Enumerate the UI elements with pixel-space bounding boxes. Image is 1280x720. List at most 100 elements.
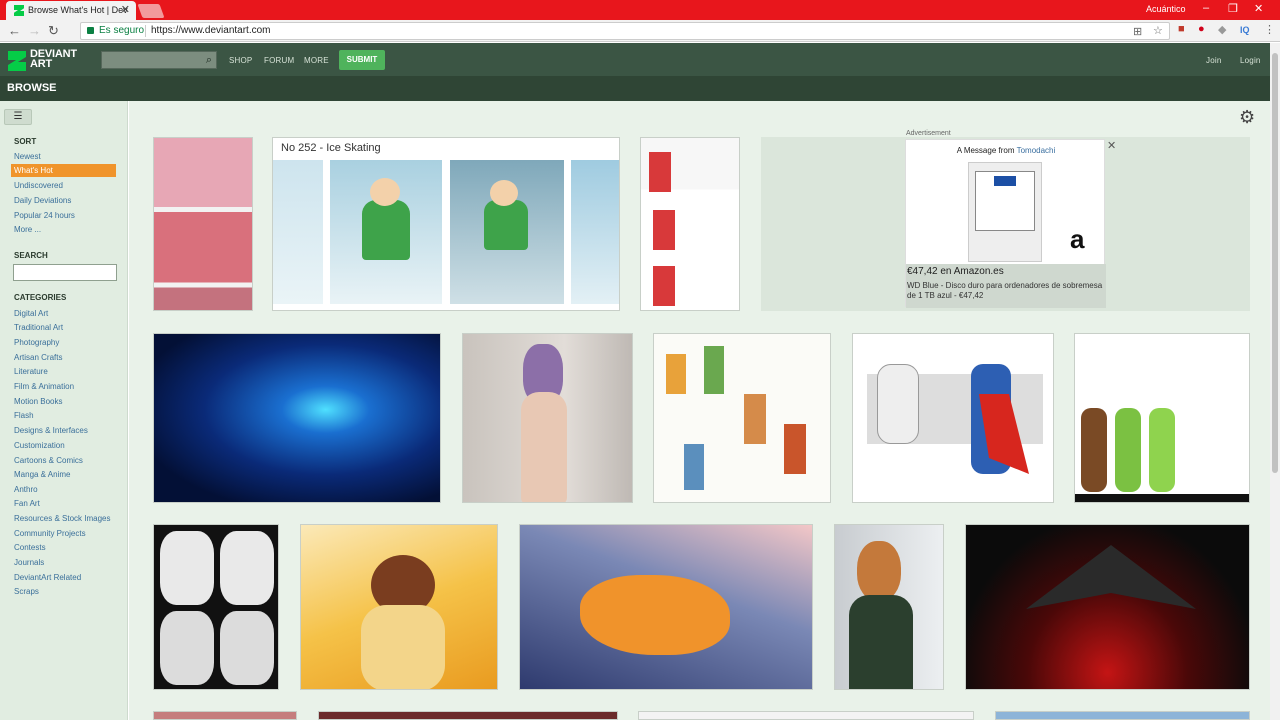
sort-item-whats-hot[interactable]: What's Hot	[11, 164, 116, 177]
record-icon[interactable]: ●	[1198, 23, 1205, 35]
category-item[interactable]: Photography	[14, 338, 59, 347]
category-item[interactable]: Flash	[14, 411, 34, 420]
thumbnail-blue-glow[interactable]	[153, 333, 441, 503]
strip-panel	[450, 160, 564, 304]
strip-panel	[571, 160, 619, 304]
thumbnail-cosplay-photo[interactable]	[834, 524, 944, 690]
bookmark-star-icon[interactable]: ☆	[1153, 23, 1163, 39]
gear-icon[interactable]: ⚙	[1239, 107, 1255, 128]
new-tab-button[interactable]	[137, 4, 165, 18]
close-ad-icon[interactable]: ✕	[1107, 139, 1116, 152]
category-item[interactable]: Literature	[14, 367, 48, 376]
sort-item-newest[interactable]: Newest	[14, 152, 41, 161]
sort-item-more[interactable]: More ...	[14, 225, 41, 234]
categories-heading: CATEGORIES	[14, 293, 67, 302]
search-icon[interactable]: ⌕	[206, 54, 212, 67]
amazon-logo: a	[1070, 224, 1085, 254]
thumbnail-partial[interactable]	[318, 711, 618, 720]
thumbnail-anime-painting[interactable]	[300, 524, 498, 690]
deviantart-logo-icon	[8, 51, 26, 71]
ad-price[interactable]: €47,42 en Amazon.es	[906, 264, 1106, 279]
extension-icon[interactable]: ◆	[1218, 23, 1226, 36]
page-title: BROWSE	[7, 82, 57, 94]
minimize-icon[interactable]: –	[1203, 2, 1209, 14]
thumbnail-comic-papyrus[interactable]	[640, 137, 740, 311]
sidebar: ☰ SORT Newest What's Hot Undiscovered Da…	[0, 101, 128, 720]
strip-panel	[273, 160, 323, 304]
category-item[interactable]: Scraps	[14, 587, 39, 596]
join-link[interactable]: Join	[1206, 56, 1221, 65]
ad-description[interactable]: WD Blue - Disco duro para ordenadores de…	[906, 278, 1106, 308]
thumbnail-partial[interactable]	[995, 711, 1250, 720]
extension-icon[interactable]: ■	[1178, 23, 1185, 35]
search-input[interactable]: ⌕	[101, 51, 217, 69]
profile-name[interactable]: Acuántico	[1146, 4, 1186, 14]
thumbnail-wolf-masks[interactable]	[153, 524, 279, 690]
thumbnail-braiding-reference[interactable]	[1074, 333, 1250, 503]
browser-titlebar: Browse What's Hot | Dev ✕ Acuántico – ❐ …	[0, 0, 1280, 20]
category-item[interactable]: Traditional Art	[14, 323, 63, 332]
thumbnail-character-sheet[interactable]	[653, 333, 831, 503]
scrollbar-thumb[interactable]	[1272, 53, 1278, 473]
category-item[interactable]: Film & Animation	[14, 382, 74, 391]
category-item[interactable]: DeviantArt Related	[14, 573, 81, 582]
tab-title: Browse What's Hot | Dev	[28, 5, 128, 15]
category-item[interactable]: Anthro	[14, 485, 38, 494]
category-item[interactable]: Customization	[14, 441, 65, 450]
browse-bar: BROWSE	[0, 76, 1270, 101]
url-text[interactable]: https://www.deviantart.com	[151, 23, 271, 39]
submit-button[interactable]: SUBMIT	[339, 50, 385, 70]
category-item[interactable]: Journals	[14, 558, 44, 567]
thumbnail-tiger[interactable]	[519, 524, 813, 690]
ad-box[interactable]: A Message from Tomodachi a €47,42 en Ama…	[905, 139, 1106, 308]
sort-item-undiscovered[interactable]: Undiscovered	[14, 181, 63, 190]
category-item[interactable]: Community Projects	[14, 529, 86, 538]
ad-label: Advertisement	[906, 130, 951, 137]
back-icon[interactable]: ←	[8, 23, 21, 38]
close-tab-icon[interactable]: ✕	[121, 1, 130, 20]
restore-icon[interactable]: ❐	[1228, 2, 1238, 15]
logo-text-bottom: ART	[30, 58, 53, 70]
sidebar-search-input[interactable]	[13, 264, 117, 281]
thumbnail-superman[interactable]	[852, 333, 1054, 503]
category-item[interactable]: Cartoons & Comics	[14, 456, 83, 465]
address-bar[interactable]: Es seguro https://www.deviantart.com ⊞ ☆	[80, 22, 1170, 40]
category-item[interactable]: Fan Art	[14, 499, 40, 508]
reload-icon[interactable]: ↻	[48, 23, 59, 39]
sort-item-popular-24h[interactable]: Popular 24 hours	[14, 211, 75, 220]
thumbnail-photo[interactable]	[462, 333, 633, 503]
nav-more[interactable]: MORE	[304, 56, 329, 65]
category-item[interactable]: Contests	[14, 543, 46, 552]
ad-message: A Message from Tomodachi	[906, 146, 1106, 155]
menu-dots-icon[interactable]: ⋮	[1264, 23, 1275, 36]
forward-icon[interactable]: →	[28, 23, 41, 38]
translate-icon[interactable]: ⊞	[1133, 24, 1142, 40]
ad-brand[interactable]: Tomodachi	[1017, 146, 1056, 155]
nav-forum[interactable]: FORUM	[264, 56, 294, 65]
thumbnail-dark-angel[interactable]	[965, 524, 1250, 690]
page-scrollbar[interactable]	[1270, 43, 1280, 720]
sort-item-daily-deviations[interactable]: Daily Deviations	[14, 196, 71, 205]
category-item[interactable]: Resources & Stock Images	[14, 514, 110, 523]
lock-icon	[87, 27, 94, 34]
nav-shop[interactable]: SHOP	[229, 56, 252, 65]
category-item[interactable]: Manga & Anime	[14, 470, 70, 479]
category-item[interactable]: Designs & Interfaces	[14, 426, 88, 435]
login-link[interactable]: Login	[1240, 56, 1261, 65]
gallery-area: ⚙ No 252 - Ice Skating Advertisement A M…	[129, 101, 1270, 720]
category-item[interactable]: Artisan Crafts	[14, 353, 62, 362]
category-item[interactable]: Motion Books	[14, 397, 62, 406]
iq-extension-icon[interactable]: IQ	[1240, 25, 1250, 35]
thumbnail-partial[interactable]	[153, 711, 297, 720]
thumbnail-comic[interactable]	[153, 137, 253, 311]
strip-panel	[330, 160, 442, 304]
category-item[interactable]: Digital Art	[14, 309, 48, 318]
ad-message-prefix: A Message from	[956, 146, 1015, 155]
close-window-icon[interactable]: ✕	[1254, 2, 1263, 15]
menu-toggle-button[interactable]: ☰	[4, 109, 32, 125]
browser-tab[interactable]: Browse What's Hot | Dev ✕	[6, 1, 136, 20]
strip-title: No 252 - Ice Skating	[281, 142, 381, 154]
thumbnail-partial[interactable]	[638, 711, 974, 720]
browser-toolbar: ← → ↻ Es seguro https://www.deviantart.c…	[0, 20, 1280, 42]
thumbnail-ice-skating-strip[interactable]: No 252 - Ice Skating	[272, 137, 620, 311]
